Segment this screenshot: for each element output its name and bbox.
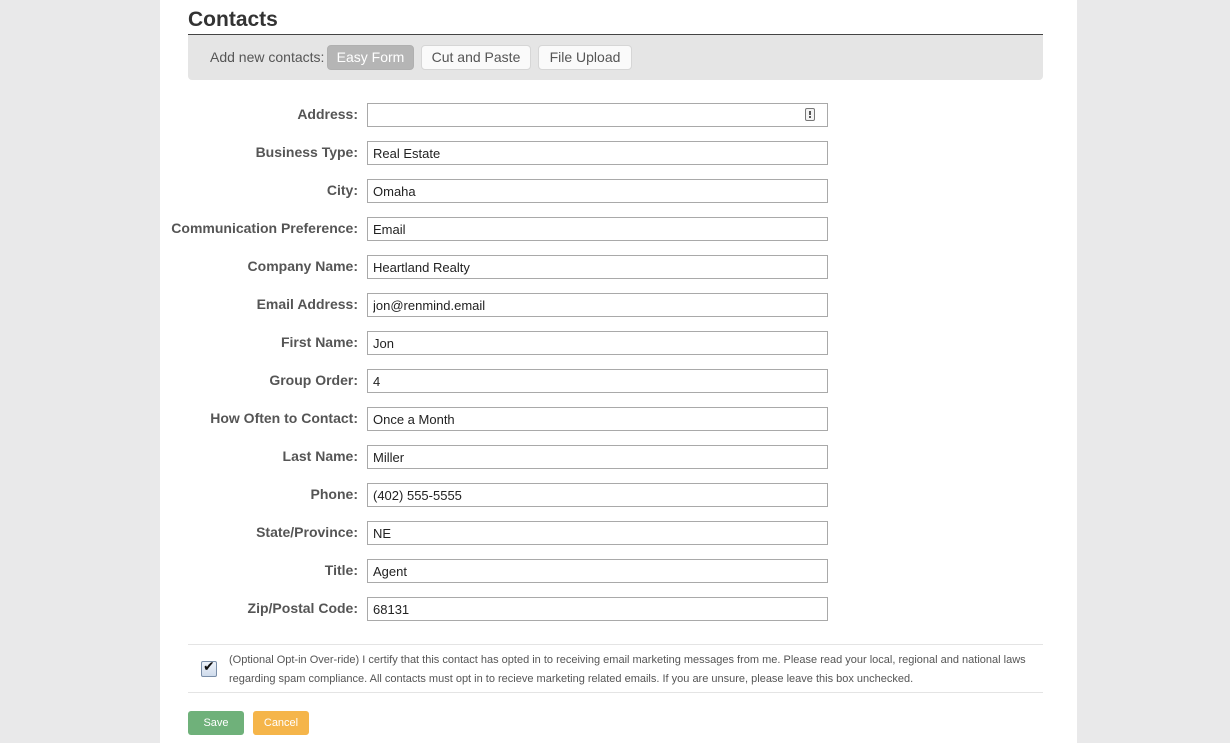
page-title: Contacts bbox=[188, 8, 278, 31]
first-name-field[interactable] bbox=[367, 331, 828, 355]
how-often-to-contact-field[interactable] bbox=[367, 407, 828, 431]
communication-preference-field[interactable] bbox=[367, 217, 828, 241]
optin-checkbox[interactable]: ✔ bbox=[201, 659, 217, 677]
form-row-business-type: Business Type: bbox=[160, 141, 1077, 165]
email-address-label: Email Address: bbox=[256, 296, 358, 312]
save-button[interactable]: Save bbox=[188, 711, 244, 735]
form-row-city: City: bbox=[160, 179, 1077, 203]
communication-preference-label: Communication Preference: bbox=[171, 220, 358, 236]
zip-postal-code-label: Zip/Postal Code: bbox=[247, 600, 358, 616]
last-name-label: Last Name: bbox=[282, 448, 358, 464]
checkmark-icon: ✔ bbox=[203, 659, 215, 675]
business-type-label: Business Type: bbox=[255, 144, 358, 160]
zip-postal-code-field[interactable] bbox=[367, 597, 828, 621]
form-row-first-name: First Name: bbox=[160, 331, 1077, 355]
email-address-field[interactable] bbox=[367, 293, 828, 317]
last-name-field[interactable] bbox=[367, 445, 828, 469]
city-label: City: bbox=[326, 182, 358, 198]
first-name-label: First Name: bbox=[280, 334, 358, 350]
cancel-button[interactable]: Cancel bbox=[253, 711, 309, 735]
form-row-last-name: Last Name: bbox=[160, 445, 1077, 469]
business-type-field[interactable] bbox=[367, 141, 828, 165]
tab-easy-form[interactable]: Easy Form bbox=[327, 45, 414, 70]
company-name-field[interactable] bbox=[367, 255, 828, 279]
form-row-email-address: Email Address: bbox=[160, 293, 1077, 317]
group-order-label: Group Order: bbox=[269, 372, 358, 388]
title-label: Title: bbox=[324, 562, 358, 578]
optin-text: (Optional Opt-in Over-ride) I certify th… bbox=[229, 654, 1026, 685]
form-row-zip-postal-code: Zip/Postal Code: bbox=[160, 597, 1077, 621]
phone-field[interactable] bbox=[367, 483, 828, 507]
tab-cut-and-paste[interactable]: Cut and Paste bbox=[421, 45, 531, 70]
form-row-state-province: State/Province: bbox=[160, 521, 1077, 545]
state-province-label: State/Province: bbox=[256, 524, 358, 540]
address-book-icon[interactable] bbox=[805, 108, 815, 121]
form-row-address: Address: bbox=[160, 103, 1077, 127]
city-field[interactable] bbox=[367, 179, 828, 203]
address-field[interactable] bbox=[367, 103, 828, 127]
form-row-company-name: Company Name: bbox=[160, 255, 1077, 279]
how-often-to-contact-label: How Often to Contact: bbox=[210, 410, 358, 426]
toolbar-label: Add new contacts: bbox=[210, 49, 325, 65]
group-order-field[interactable] bbox=[367, 369, 828, 393]
phone-label: Phone: bbox=[310, 486, 358, 502]
form-row-title: Title: bbox=[160, 559, 1077, 583]
form-row-phone: Phone: bbox=[160, 483, 1077, 507]
add-contacts-toolbar: Add new contacts: Easy Form Cut and Past… bbox=[188, 35, 1043, 80]
tab-file-upload[interactable]: File Upload bbox=[538, 45, 632, 70]
form-row-group-order: Group Order: bbox=[160, 369, 1077, 393]
company-name-label: Company Name: bbox=[247, 258, 358, 274]
state-province-field[interactable] bbox=[367, 521, 828, 545]
form-row-communication-preference: Communication Preference: bbox=[160, 217, 1077, 241]
address-label: Address: bbox=[297, 106, 358, 122]
title-field[interactable] bbox=[367, 559, 828, 583]
contacts-page: Contacts Add new contacts: Easy Form Cut… bbox=[160, 0, 1077, 743]
optin-section: ✔ (Optional Opt-in Over-ride) I certify … bbox=[188, 644, 1043, 693]
form-row-how-often-to-contact: How Often to Contact: bbox=[160, 407, 1077, 431]
